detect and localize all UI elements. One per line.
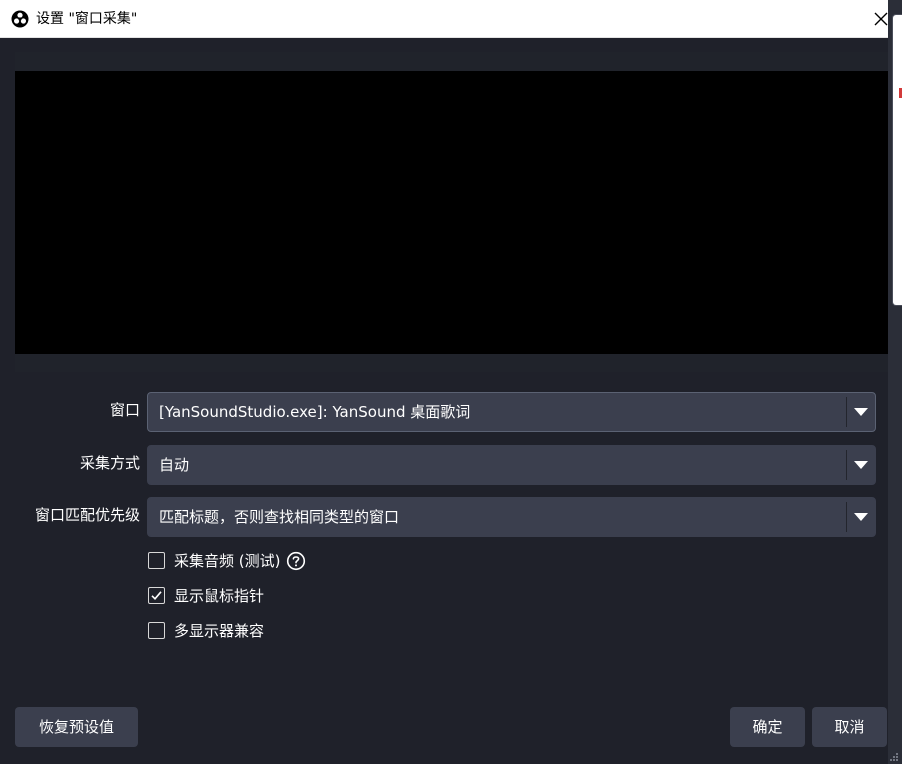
match-priority-label: 窗口匹配优先级 <box>34 506 140 524</box>
capture-method-label: 采集方式 <box>79 454 140 472</box>
window-select-value: [YanSoundStudio.exe]: YanSound 桌面歌词 <box>159 403 471 421</box>
checkbox-box[interactable] <box>148 622 165 639</box>
checkmark-icon <box>151 591 162 600</box>
match-priority-select[interactable]: 匹配标题，否则查找相同类型的窗口 <box>147 497 876 537</box>
dropdown-separator <box>846 397 847 427</box>
background-window-scrollbar <box>892 14 902 306</box>
chevron-down-icon <box>854 461 868 469</box>
restore-defaults-button[interactable]: 恢复预设值 <box>15 707 138 747</box>
title-bar: 设置 "窗口采集" <box>0 0 902 38</box>
capture-audio-label: 采集音频 (测试) <box>174 552 281 570</box>
source-preview <box>15 71 888 354</box>
ok-button[interactable]: 确定 <box>730 707 805 747</box>
checkbox-box[interactable] <box>148 587 165 604</box>
checkbox-box[interactable] <box>148 552 165 569</box>
capture-method-value: 自动 <box>159 456 190 474</box>
dropdown-separator <box>846 502 847 532</box>
obs-logo-icon <box>11 10 29 28</box>
window-label: 窗口 <box>109 401 140 419</box>
chevron-down-icon <box>854 513 868 521</box>
close-icon <box>874 12 888 26</box>
window-title: 设置 "窗口采集" <box>36 11 138 27</box>
cancel-button[interactable]: 取消 <box>812 707 887 747</box>
resize-grip-icon[interactable] <box>889 752 899 762</box>
match-priority-value: 匹配标题，否则查找相同类型的窗口 <box>159 508 400 526</box>
show-cursor-checkbox[interactable]: 显示鼠标指针 <box>148 586 278 606</box>
multi-display-compat-label: 多显示器兼容 <box>174 622 265 640</box>
dropdown-separator <box>846 450 847 480</box>
multi-display-compat-checkbox[interactable]: 多显示器兼容 <box>148 621 278 641</box>
window-select[interactable]: [YanSoundStudio.exe]: YanSound 桌面歌词 <box>147 392 876 432</box>
help-icon[interactable] <box>286 551 306 571</box>
capture-method-select[interactable]: 自动 <box>147 445 876 485</box>
show-cursor-label: 显示鼠标指针 <box>174 587 265 605</box>
chevron-down-icon <box>854 408 868 416</box>
capture-audio-checkbox[interactable]: 采集音频 (测试) <box>148 551 308 571</box>
